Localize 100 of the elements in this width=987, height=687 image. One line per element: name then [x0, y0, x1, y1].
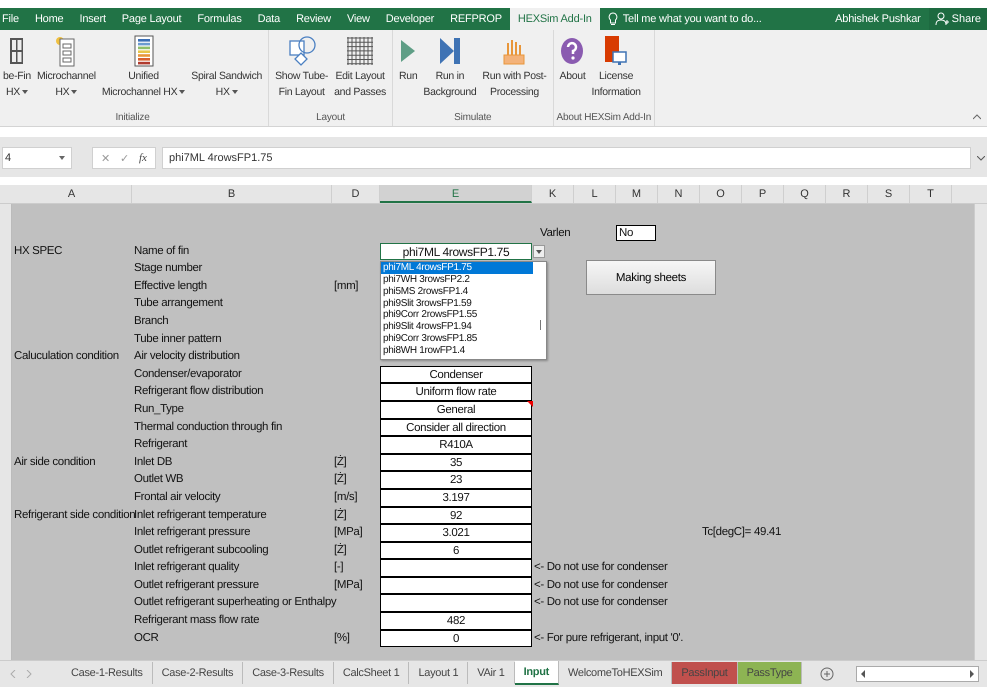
- cell-text: Outlet refrigerant superheating or Enthalpy: [133, 595, 336, 610]
- sheet-tab[interactable]: Case-3-Results: [243, 662, 334, 684]
- skip-icon: [438, 37, 461, 65]
- dropdown-item[interactable]: phi9Slit 4rowsFP1.94: [381, 321, 533, 333]
- group-label: Initialize: [114, 112, 151, 125]
- cell-text: Inlet refrigerant pressure: [133, 525, 250, 540]
- ribbon-tab[interactable]: View: [338, 8, 378, 30]
- share-button[interactable]: Share: [928, 8, 987, 30]
- ribbon-button[interactable]: Microchannel HX: [34, 30, 99, 112]
- sheet-tab[interactable]: Layout 1: [409, 662, 468, 684]
- ribbon-button[interactable]: Spiral Sandwich HX: [188, 30, 266, 112]
- dropdown-cell[interactable]: phi7ML 4rowsFP1.75: [380, 242, 532, 260]
- column-header[interactable]: S: [868, 185, 910, 203]
- ribbon-button[interactable]: Run in Background: [420, 30, 480, 112]
- sheet-tab[interactable]: CalcSheet 1: [334, 662, 410, 684]
- input-cell[interactable]: 0: [380, 630, 532, 648]
- column-header[interactable]: B: [132, 185, 332, 203]
- making-sheets-button[interactable]: Making sheets: [586, 260, 716, 296]
- input-cell[interactable]: 482: [380, 612, 532, 630]
- input-cell[interactable]: Uniform flow rate: [380, 383, 532, 401]
- ribbon-button[interactable]: About: [556, 30, 588, 112]
- cell-text: Inlet refrigerant quality: [133, 560, 240, 576]
- cell-text: Effective length: [133, 278, 207, 294]
- dropdown-item[interactable]: phi5MS 2rowsFP1.4: [381, 286, 533, 298]
- cell-text: Outlet WB: [133, 472, 184, 488]
- sheet-tab[interactable]: Case-2-Results: [152, 662, 244, 684]
- cell-text: Inlet DB: [133, 454, 172, 470]
- name-box[interactable]: 4: [2, 147, 72, 169]
- ribbon-button[interactable]: Show Tube- Fin Layout: [272, 30, 332, 112]
- input-cell[interactable]: 35: [380, 454, 532, 472]
- dropdown-item[interactable]: phi9Corr 3rowsFP1.85: [381, 332, 533, 345]
- input-cell[interactable]: [380, 594, 532, 612]
- dropdown-item[interactable]: phi7ML 4rowsFP1.75: [381, 262, 533, 274]
- column-header[interactable]: L: [574, 185, 616, 203]
- input-cell[interactable]: R410A: [380, 436, 532, 454]
- cell-text: [MPa]: [333, 578, 362, 593]
- ribbon-tab[interactable]: Developer: [378, 8, 442, 30]
- scroll-right-icon[interactable]: [969, 670, 975, 678]
- user-name[interactable]: Abhishek Pushkar: [835, 13, 921, 25]
- horizontal-scrollbar[interactable]: [856, 666, 979, 682]
- ribbon-tab[interactable]: Data: [250, 8, 288, 30]
- input-cell[interactable]: 92: [380, 506, 532, 524]
- dropdown-item[interactable]: phi7WH 3rowsFP2.2: [381, 274, 533, 286]
- collapse-icon[interactable]: [973, 114, 981, 120]
- input-cell[interactable]: No: [616, 225, 656, 241]
- input-cell[interactable]: Consider all direction: [380, 418, 532, 436]
- cell-text: [MPa]: [333, 525, 362, 540]
- ribbon-button[interactable]: Unified Microchannel HX: [98, 30, 188, 112]
- sheet-tab[interactable]: PassType: [738, 662, 802, 684]
- dropdown-item[interactable]: phi9Corr 2rowsFP1.55: [381, 309, 533, 322]
- dropdown-item[interactable]: phi8WH 1rowFP1.4: [381, 344, 533, 357]
- column-header[interactable]: A: [12, 185, 132, 203]
- formula-input[interactable]: phi7ML 4rowsFP1.75: [162, 147, 971, 169]
- play-icon: [400, 39, 416, 63]
- scroll-left-icon[interactable]: [860, 670, 866, 678]
- ribbon-tab[interactable]: Formulas: [189, 8, 250, 30]
- cell-text: Tube inner pattern: [133, 332, 222, 347]
- formula-button[interactable]: fx: [139, 152, 147, 164]
- caret-icon[interactable]: [977, 156, 985, 160]
- add-sheet-icon[interactable]: [820, 667, 834, 681]
- vertical-scrollbar[interactable]: [974, 204, 987, 660]
- ribbon-button[interactable]: Run: [396, 30, 420, 112]
- ribbon-tab[interactable]: HEXSim Add-In: [510, 8, 600, 30]
- input-cell[interactable]: [380, 576, 532, 594]
- ribbon-tab[interactable]: Page Layout: [114, 8, 190, 30]
- cell-text: <- Do not use for condenser: [533, 578, 668, 593]
- column-header[interactable]: T: [910, 185, 952, 203]
- ribbon-tab[interactable]: REFPROP: [442, 8, 510, 30]
- cell-text: Refrigerant side condition: [13, 508, 134, 522]
- column-header[interactable]: O: [700, 185, 742, 203]
- cell-text: 49.41: [753, 525, 782, 540]
- ribbon-tab[interactable]: Home: [26, 8, 72, 30]
- ribbon-button[interactable]: be-Fin HX: [0, 30, 34, 112]
- tell-me-field[interactable]: Tell me what you want to do...: [622, 13, 762, 25]
- column-header[interactable]: Q: [784, 185, 826, 203]
- ribbon-button[interactable]: Run with Post- Processing: [479, 30, 550, 112]
- cell-text: OCR: [133, 630, 159, 646]
- dropdown-item[interactable]: phi9Slit 3rowsFP1.59: [381, 298, 533, 310]
- sheet-tab[interactable]: Case-1-Results: [62, 662, 153, 684]
- column-header[interactable]: M: [616, 185, 658, 203]
- column-header[interactable]: R: [826, 185, 868, 203]
- ribbon-tab[interactable]: File: [0, 8, 27, 30]
- sheet-tab[interactable]: Input: [514, 660, 560, 684]
- input-cell[interactable]: Condenser: [380, 366, 532, 384]
- column-header[interactable]: P: [742, 185, 784, 203]
- column-header[interactable]: N: [658, 185, 700, 203]
- input-cell[interactable]: 3.197: [380, 488, 532, 506]
- column-header[interactable]: K: [532, 185, 574, 203]
- ribbon-tab[interactable]: Review: [288, 8, 339, 30]
- column-header[interactable]: E: [380, 185, 532, 203]
- input-cell[interactable]: [380, 559, 532, 577]
- cell-text: [mm]: [333, 278, 358, 294]
- input-cell[interactable]: 23: [380, 471, 532, 489]
- person-icon: [934, 12, 949, 26]
- ribbon-tab[interactable]: Insert: [71, 8, 114, 30]
- input-cell[interactable]: 3.021: [380, 524, 532, 542]
- input-cell[interactable]: General: [380, 400, 532, 419]
- ribbon-button[interactable]: Edit Layout and Passes: [331, 30, 389, 112]
- input-cell[interactable]: 6: [380, 542, 532, 560]
- ribbon-button[interactable]: License Information: [588, 30, 644, 112]
